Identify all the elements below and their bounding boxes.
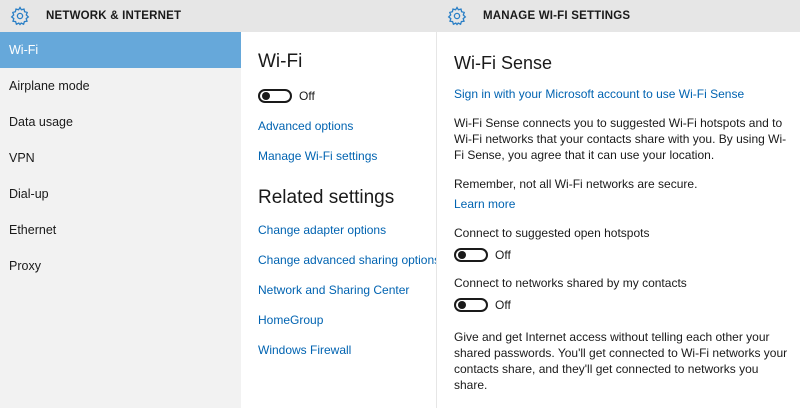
open-hotspots-label: Connect to suggested open hotspots bbox=[454, 226, 650, 240]
manage-wifi-settings-link[interactable]: Manage Wi-Fi settings bbox=[258, 149, 436, 163]
sidebar-item-proxy[interactable]: Proxy bbox=[0, 248, 241, 284]
open-hotspots-state: Off bbox=[495, 248, 511, 262]
sidebar-item-dial-up[interactable]: Dial-up bbox=[0, 176, 241, 212]
contacts-networks-state: Off bbox=[495, 298, 511, 312]
windows-firewall-link[interactable]: Windows Firewall bbox=[258, 343, 436, 357]
sidebar-nav: Wi-Fi Airplane mode Data usage VPN Dial-… bbox=[0, 32, 241, 408]
toggle-knob bbox=[262, 92, 270, 100]
change-adapter-options-link[interactable]: Change adapter options bbox=[258, 223, 436, 237]
network-internet-window: NETWORK & INTERNET Wi-Fi Airplane mode D… bbox=[0, 0, 440, 408]
sidebar-item-airplane-mode[interactable]: Airplane mode bbox=[0, 68, 241, 104]
network-sharing-center-link[interactable]: Network and Sharing Center bbox=[258, 283, 436, 297]
sign-in-microsoft-link[interactable]: Sign in with your Microsoft account to u… bbox=[454, 87, 794, 101]
learn-more-link[interactable]: Learn more bbox=[454, 197, 794, 211]
wifi-toggle-row: Off bbox=[258, 89, 436, 103]
advanced-options-link[interactable]: Advanced options bbox=[258, 119, 436, 133]
window-header: MANAGE WI-FI SETTINGS bbox=[437, 0, 800, 32]
contacts-networks-toggle[interactable] bbox=[454, 298, 488, 312]
wifi-heading: Wi-Fi bbox=[258, 51, 303, 72]
window-header: NETWORK & INTERNET bbox=[0, 0, 436, 32]
wifi-sense-content: Wi-Fi Sense Sign in with your Microsoft … bbox=[454, 32, 794, 393]
manage-wifi-window: MANAGE WI-FI SETTINGS Wi-Fi Sense Sign i… bbox=[436, 0, 800, 408]
page-title: NETWORK & INTERNET bbox=[46, 10, 182, 22]
wifi-sense-description: Wi-Fi Sense connects you to suggested Wi… bbox=[454, 116, 787, 162]
open-hotspots-toggle[interactable] bbox=[454, 248, 488, 262]
contacts-networks-label: Connect to networks shared by my contact… bbox=[454, 276, 687, 290]
wifi-settings-content: Wi-Fi Off Advanced options Manage Wi-Fi … bbox=[258, 32, 440, 357]
change-advanced-sharing-link[interactable]: Change advanced sharing options bbox=[258, 253, 440, 267]
related-settings-heading: Related settings bbox=[258, 187, 395, 208]
contacts-toggle-row: Off bbox=[454, 298, 794, 312]
wifi-toggle[interactable] bbox=[258, 89, 292, 103]
wifi-sense-heading: Wi-Fi Sense bbox=[454, 53, 553, 73]
sidebar-item-ethernet[interactable]: Ethernet bbox=[0, 212, 241, 248]
toggle-knob bbox=[458, 301, 466, 309]
sharing-footer-text: Give and get Internet access without tel… bbox=[454, 330, 788, 392]
page-title: MANAGE WI-FI SETTINGS bbox=[483, 10, 631, 22]
sidebar-item-wifi[interactable]: Wi-Fi bbox=[0, 32, 241, 68]
toggle-knob bbox=[458, 251, 466, 259]
sidebar-item-vpn[interactable]: VPN bbox=[0, 140, 241, 176]
open-hotspots-toggle-row: Off bbox=[454, 248, 794, 262]
security-warning: Remember, not all Wi-Fi networks are sec… bbox=[454, 177, 698, 191]
sidebar-item-data-usage[interactable]: Data usage bbox=[0, 104, 241, 140]
gear-icon bbox=[447, 6, 467, 26]
wifi-toggle-state: Off bbox=[299, 89, 315, 103]
homegroup-link[interactable]: HomeGroup bbox=[258, 313, 436, 327]
gear-icon bbox=[10, 6, 30, 26]
